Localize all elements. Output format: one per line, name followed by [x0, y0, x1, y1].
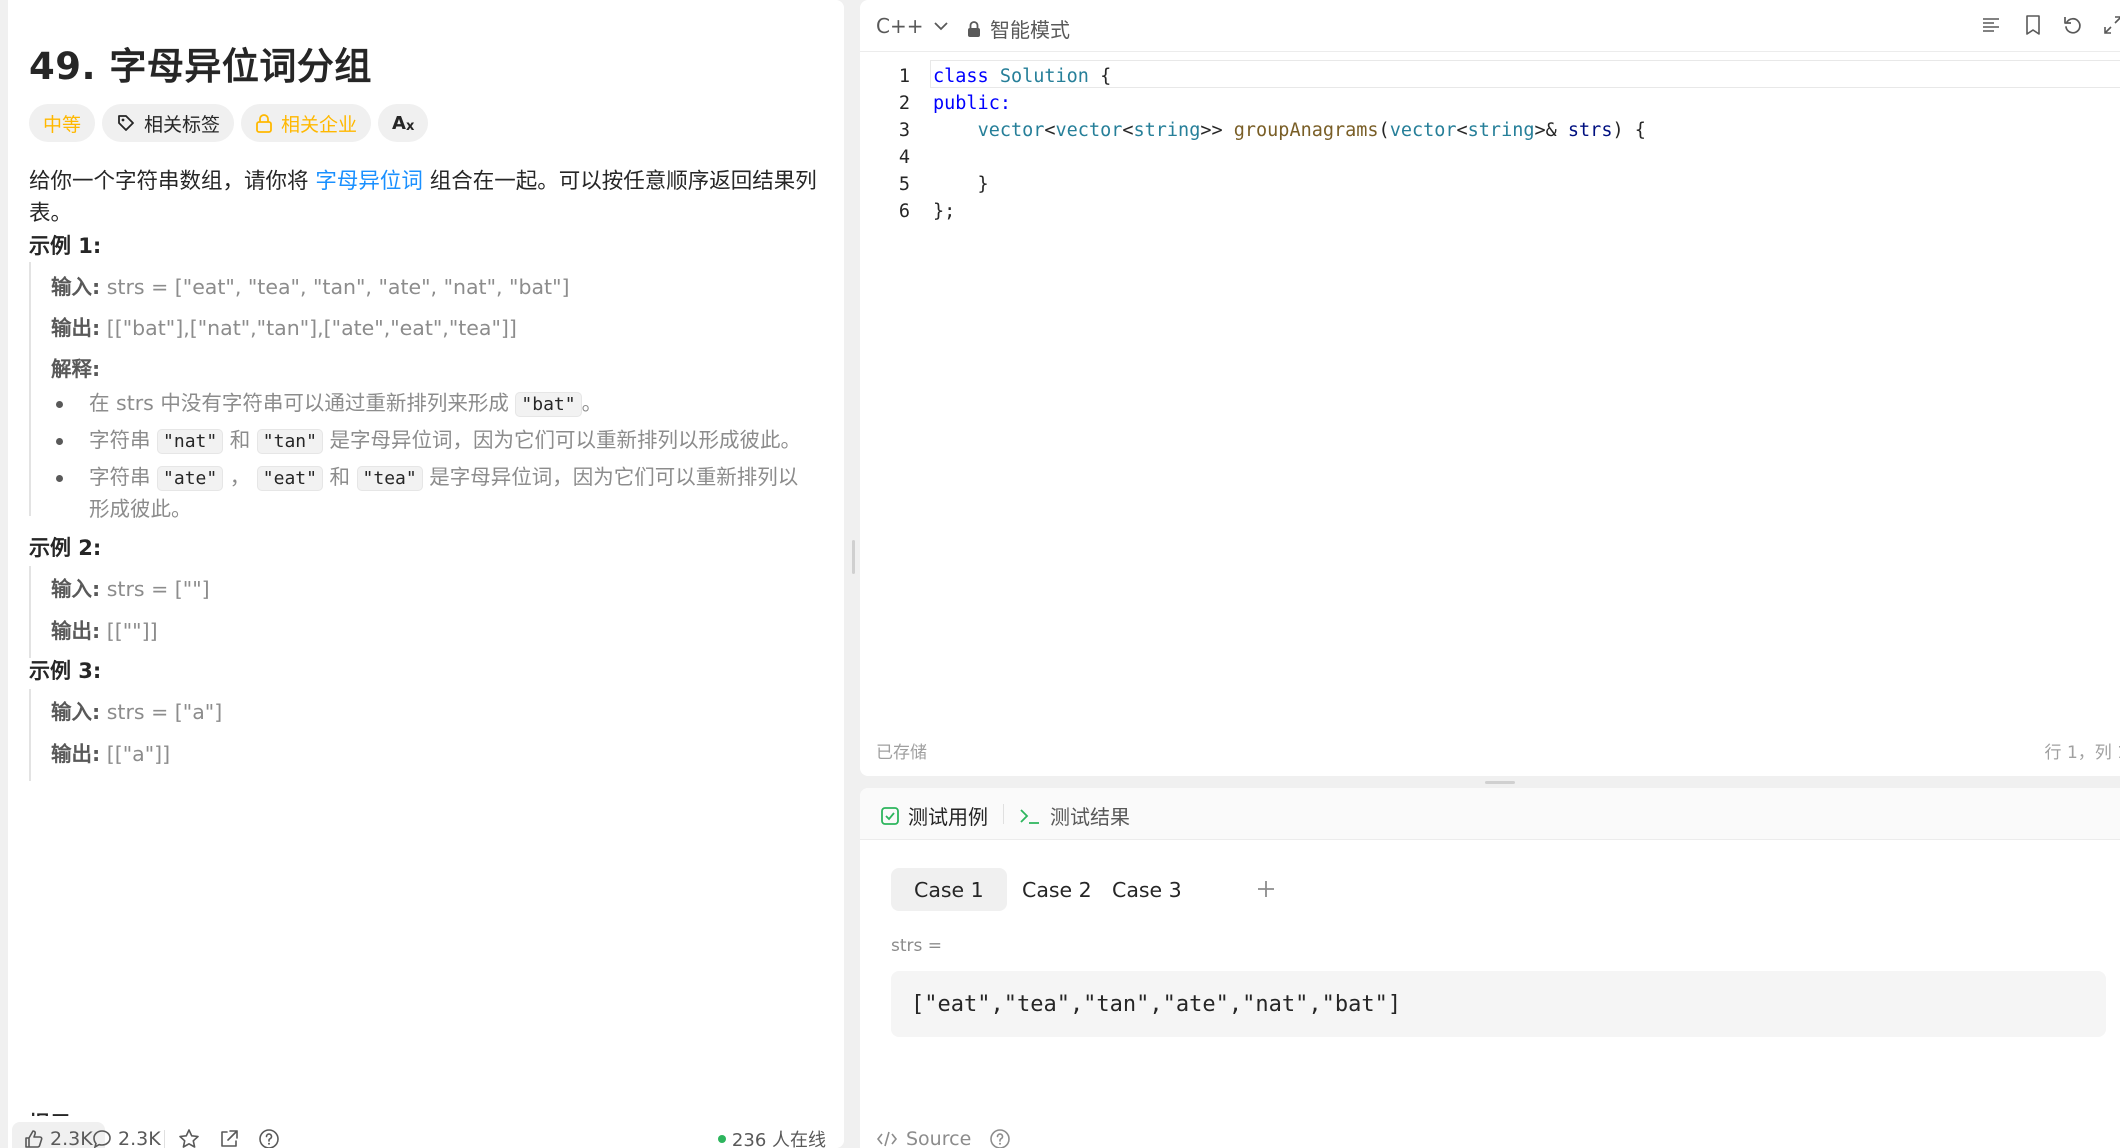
example-3-title: 示例 3:	[29, 659, 102, 683]
lock-icon	[968, 20, 980, 37]
test-panel: 测试用例 测试结果 Case 1 Case 2 Case 3 strs = ["…	[860, 788, 2120, 1148]
like-button[interactable]: 2.3K	[12, 1122, 105, 1148]
bookmark-icon[interactable]	[2022, 14, 2044, 36]
question-icon	[259, 1129, 279, 1148]
code-line: 2 public:	[898, 93, 1011, 114]
example-2-output: 输出: [[""]]	[51, 619, 158, 643]
example-2-input: 输入: strs = [""]	[51, 577, 210, 601]
code-line: 1 class Solution {	[898, 66, 1112, 87]
translate-button[interactable]: A x	[378, 104, 429, 142]
example-1-box: 输入: strs = ["eat", "tea", "tan", "ate", …	[29, 262, 819, 521]
related-tags-label: 相关标签	[144, 113, 221, 136]
translate-icon: A	[392, 112, 406, 134]
example-1-input: 输入: strs = ["eat", "tea", "tan", "ate", …	[51, 275, 570, 299]
example-2-title: 示例 2:	[29, 536, 102, 560]
like-count: 2.3K	[50, 1128, 93, 1148]
case-tab-3[interactable]: Case 3	[1089, 868, 1205, 911]
example-3-box: 输入: strs = ["a"] 输出: [["a"]]	[29, 689, 819, 781]
source-label: Source	[906, 1128, 972, 1148]
share-button[interactable]	[218, 1122, 246, 1148]
list-item: 字符串 "ate" ， "eat" 和 "tea" 是字母异位词，因为它们可以重…	[51, 462, 811, 525]
help-button[interactable]	[258, 1122, 286, 1148]
horizontal-resize-handle[interactable]	[1485, 781, 1515, 784]
question-icon	[990, 1129, 1011, 1148]
example-1-output: 输出: [["bat"],["nat","tan"],["ate","eat",…	[51, 316, 517, 340]
language-value: C++	[876, 14, 924, 38]
terminal-icon	[1020, 808, 1039, 824]
source-button[interactable]: Source	[876, 1128, 1019, 1148]
cursor-position: 行 1，列 1	[2044, 743, 2120, 763]
mode-label: 智能模式	[990, 18, 1070, 42]
comment-count: 2.3K	[118, 1128, 161, 1148]
related-companies-button[interactable]: 相关企业	[241, 104, 372, 142]
description-text-1: 给你一个字符串数组，请你将	[29, 169, 309, 194]
tag-icon	[118, 115, 134, 131]
online-count: 236 人在线	[718, 1122, 826, 1148]
lock-icon	[256, 114, 272, 133]
difficulty-badge[interactable]: 中等	[29, 104, 96, 142]
code-line: 4	[898, 147, 910, 168]
reset-icon[interactable]	[2062, 14, 2084, 36]
code-line: 3 vector<vector<string>> groupAnagrams(v…	[898, 120, 1646, 141]
problem-title: 49. 字母异位词分组	[29, 45, 372, 88]
tab-test-result[interactable]: 测试结果	[1018, 801, 1130, 830]
problem-tags: 中等 相关标签 相关企业 A x	[29, 104, 429, 142]
code-line: 6 };	[898, 201, 956, 222]
code-editor[interactable]: 1 class Solution { 2 public: 3 vector<ve…	[860, 58, 2120, 698]
list-item: 在 strs 中没有字符串可以通过重新排列来形成 "bat"。	[51, 388, 811, 420]
code-line: 5 }	[898, 174, 989, 195]
tab-testcase[interactable]: 测试用例	[880, 801, 988, 830]
problem-description: 给你一个字符串数组，请你将 字母异位词 组合在一起。可以按任意顺序返回结果列表。	[29, 166, 819, 230]
param-input[interactable]: ["eat","tea","tan","ate","nat","bat"]	[891, 971, 2106, 1037]
example-1-title: 示例 1:	[29, 234, 102, 258]
star-icon	[179, 1129, 199, 1148]
comments-button[interactable]: 2.3K	[92, 1122, 161, 1148]
vertical-resize-handle[interactable]	[852, 540, 855, 574]
fullscreen-icon[interactable]	[2102, 14, 2120, 36]
related-companies-label: 相关企业	[281, 113, 358, 136]
case-tab-1[interactable]: Case 1	[891, 868, 1007, 911]
saved-status: 已存储	[876, 743, 927, 763]
example-2-box: 输入: strs = [""] 输出: [[""]]	[29, 566, 819, 658]
chevron-down-icon	[934, 22, 949, 31]
tab-testcase-label: 测试用例	[908, 805, 988, 829]
example-1-explain: 解释:	[51, 357, 101, 381]
test-panel-header: 测试用例 测试结果	[860, 788, 2120, 840]
tab-test-result-label: 测试结果	[1050, 805, 1130, 829]
bottom-action-bar: 2.3K 2.3K 236 人在线	[8, 1116, 844, 1148]
param-label: strs =	[891, 936, 943, 956]
editor-toolbar: C++ 智能模式	[860, 0, 2120, 52]
example-3-input: 输入: strs = ["a"]	[51, 700, 223, 724]
comment-icon	[93, 1130, 111, 1148]
anagram-link[interactable]: 字母异位词	[315, 169, 423, 194]
language-select[interactable]: C++	[876, 14, 949, 38]
smart-mode-toggle[interactable]: 智能模式	[966, 14, 1070, 43]
list-item: 字符串 "nat" 和 "tan" 是字母异位词，因为它们可以重新排列以形成彼此…	[51, 425, 811, 457]
problem-panel: 49. 字母异位词分组 中等 相关标签 相关企业 A x 给你一个字符串数组，请…	[8, 0, 844, 1148]
checkbox-icon	[881, 806, 899, 825]
related-tags-button[interactable]: 相关标签	[102, 104, 235, 142]
code-icon	[876, 1131, 898, 1147]
format-icon[interactable]	[1980, 14, 2002, 36]
thumbs-up-icon	[25, 1130, 43, 1148]
code-editor-panel: C++ 智能模式 1 class Solution { 2 public: 3 …	[860, 0, 2120, 776]
share-icon	[221, 1130, 238, 1147]
example-3-output: 输出: [["a"]]	[51, 742, 171, 766]
add-case-icon[interactable]	[1253, 876, 1279, 902]
favorite-button[interactable]	[178, 1122, 206, 1148]
